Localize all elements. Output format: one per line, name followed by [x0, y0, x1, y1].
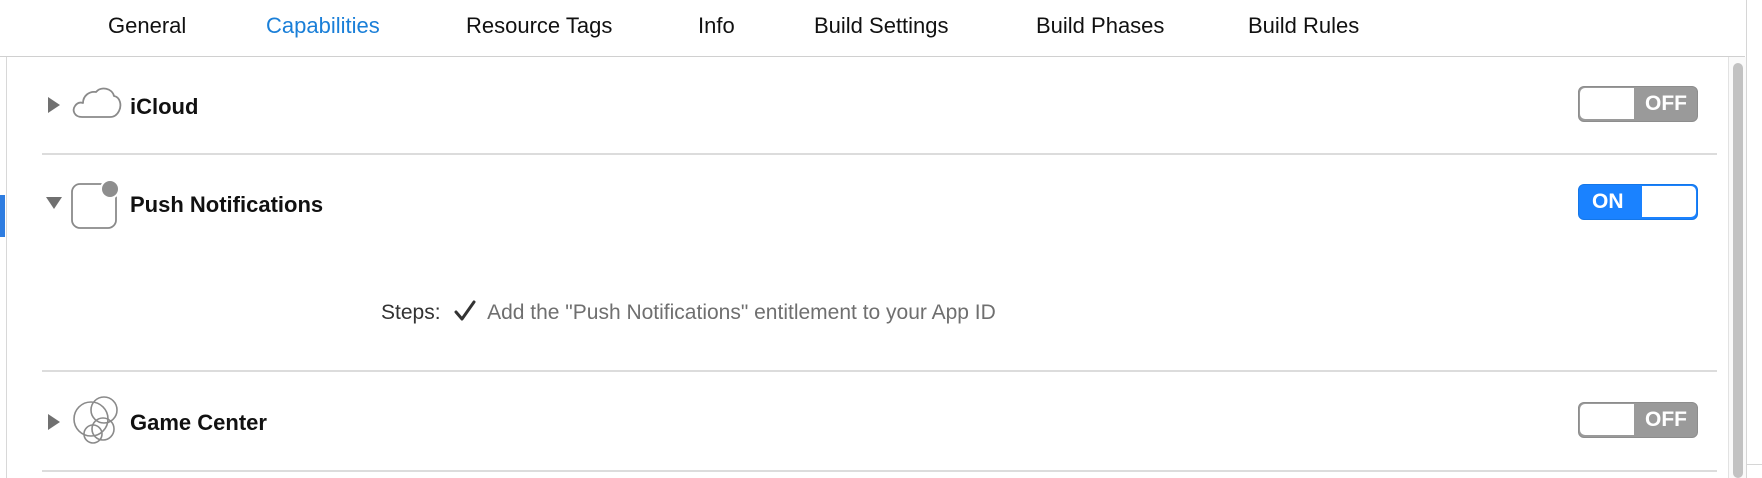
capability-title: Game Center: [130, 410, 267, 435]
tab-info[interactable]: Info: [698, 13, 735, 39]
push-notifications-toggle-switch[interactable]: ON: [1578, 184, 1698, 220]
tab-build-settings[interactable]: Build Settings: [814, 13, 949, 39]
switch-knob: [1580, 88, 1634, 119]
switch-state-label: OFF: [1645, 92, 1687, 115]
checkmark-icon: [454, 300, 476, 321]
switch-state-label: ON: [1592, 190, 1624, 213]
tab-build-phases[interactable]: Build Phases: [1036, 13, 1164, 39]
capability-title: iCloud: [130, 94, 199, 119]
row-divider: [42, 470, 1717, 472]
switch-state-label: OFF: [1645, 408, 1687, 431]
game-center-icon: [73, 396, 118, 444]
capability-row-game-center: Game Center OFF: [0, 372, 1730, 470]
tab-capabilities[interactable]: Capabilities: [266, 13, 380, 39]
editor-tab-bar: General Capabilities Resource Tags Info …: [0, 0, 1745, 57]
push-notifications-icon: [71, 179, 120, 229]
right-pane-edge: [1746, 0, 1762, 478]
step-text: Add the "Push Notifications" entitlement…: [487, 301, 996, 324]
switch-knob: [1580, 404, 1634, 435]
push-steps: Steps: Add the "Push Notifications" enti…: [381, 300, 996, 325]
cloud-icon: [72, 87, 122, 118]
switch-knob: [1642, 186, 1696, 217]
disclosure-triangle-collapsed-icon[interactable]: [46, 95, 62, 115]
tab-general[interactable]: General: [108, 13, 186, 39]
game-center-toggle-switch[interactable]: OFF: [1578, 402, 1698, 438]
icloud-toggle-switch[interactable]: OFF: [1578, 86, 1698, 122]
disclosure-triangle-collapsed-icon[interactable]: [46, 412, 62, 432]
tab-build-rules[interactable]: Build Rules: [1248, 13, 1359, 39]
tab-resource-tags[interactable]: Resource Tags: [466, 13, 612, 39]
capability-row-icloud: iCloud OFF: [0, 57, 1730, 155]
capability-row-push-notifications: Push Notifications ON: [0, 155, 1730, 370]
vertical-scrollbar-thumb[interactable]: [1733, 63, 1743, 478]
capability-title: Push Notifications: [130, 192, 324, 217]
steps-label: Steps:: [381, 301, 441, 324]
disclosure-triangle-expanded-icon[interactable]: [44, 195, 64, 211]
